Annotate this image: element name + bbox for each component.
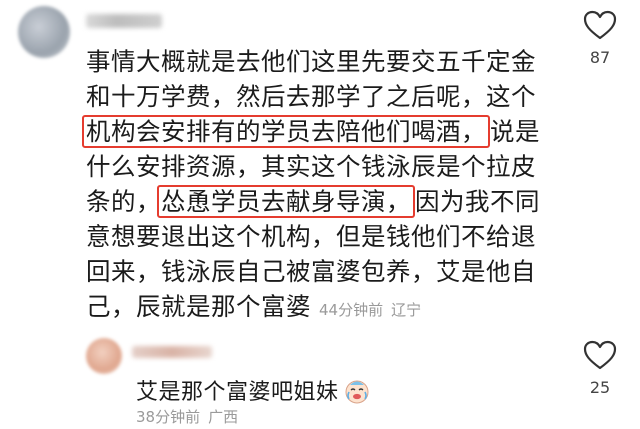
reply-meta: 38分钟前 广西 bbox=[136, 406, 238, 427]
comment-body: 事情大概就是去他们这里先要交五千定金 和十万学费，然后去那学了之后呢，这个 机构… bbox=[82, 44, 606, 328]
comment-meta: 44分钟前 辽宁 bbox=[319, 301, 421, 319]
reply-avatar[interactable] bbox=[86, 338, 122, 374]
reply-time: 38分钟前 bbox=[136, 408, 201, 426]
reply-text: 艾是那个富婆吧姐妹 bbox=[136, 380, 339, 405]
heart-icon bbox=[583, 10, 617, 40]
comment-line: 己，辰就是那个富婆 44分钟前 辽宁 bbox=[86, 289, 606, 328]
reply-like-count: 25 bbox=[589, 378, 611, 397]
highlight-box: 机构会安排有的学员去陪他们喝酒， bbox=[82, 115, 490, 148]
comment-fragment: 己，辰就是那个富婆 bbox=[86, 292, 311, 321]
comment-location: 辽宁 bbox=[391, 301, 422, 319]
comment-fragment: 因为我不同 bbox=[415, 187, 540, 216]
reply-location: 广西 bbox=[208, 408, 239, 426]
crying-laughing-baby-emoji-icon bbox=[343, 377, 371, 411]
comment-line: 什么安排资源，其实这个钱泳辰是个拉皮 bbox=[86, 152, 536, 181]
comment-fragment: 说是 bbox=[490, 117, 540, 146]
reply-like-button[interactable]: 25 bbox=[578, 340, 622, 397]
comment-line: 条的，怂恿学员去献身导演， 因为我不同 bbox=[86, 184, 606, 219]
comment-fragment: 条的， bbox=[86, 187, 161, 216]
heart-icon bbox=[583, 340, 617, 370]
comment-time: 44分钟前 bbox=[319, 301, 384, 319]
highlight-box: 怂恿学员去献身导演， bbox=[157, 185, 415, 218]
comment-line: 机构会安排有的学员去陪他们喝酒， 说是 bbox=[82, 114, 606, 149]
comment-line: 和十万学费，然后去那学了之后呢，这个 bbox=[86, 82, 536, 111]
comment-avatar[interactable] bbox=[18, 6, 70, 58]
comment-line: 意想要退出这个机构，但是钱他们不给退 bbox=[86, 222, 536, 251]
comment-username-blurred[interactable] bbox=[86, 14, 162, 28]
comment-line: 事情大概就是去他们这里先要交五千定金 bbox=[86, 47, 536, 76]
reply-username-blurred[interactable] bbox=[132, 346, 212, 358]
comment-line: 回来，钱泳辰自己被富婆包养，艾是他自 bbox=[86, 257, 536, 286]
